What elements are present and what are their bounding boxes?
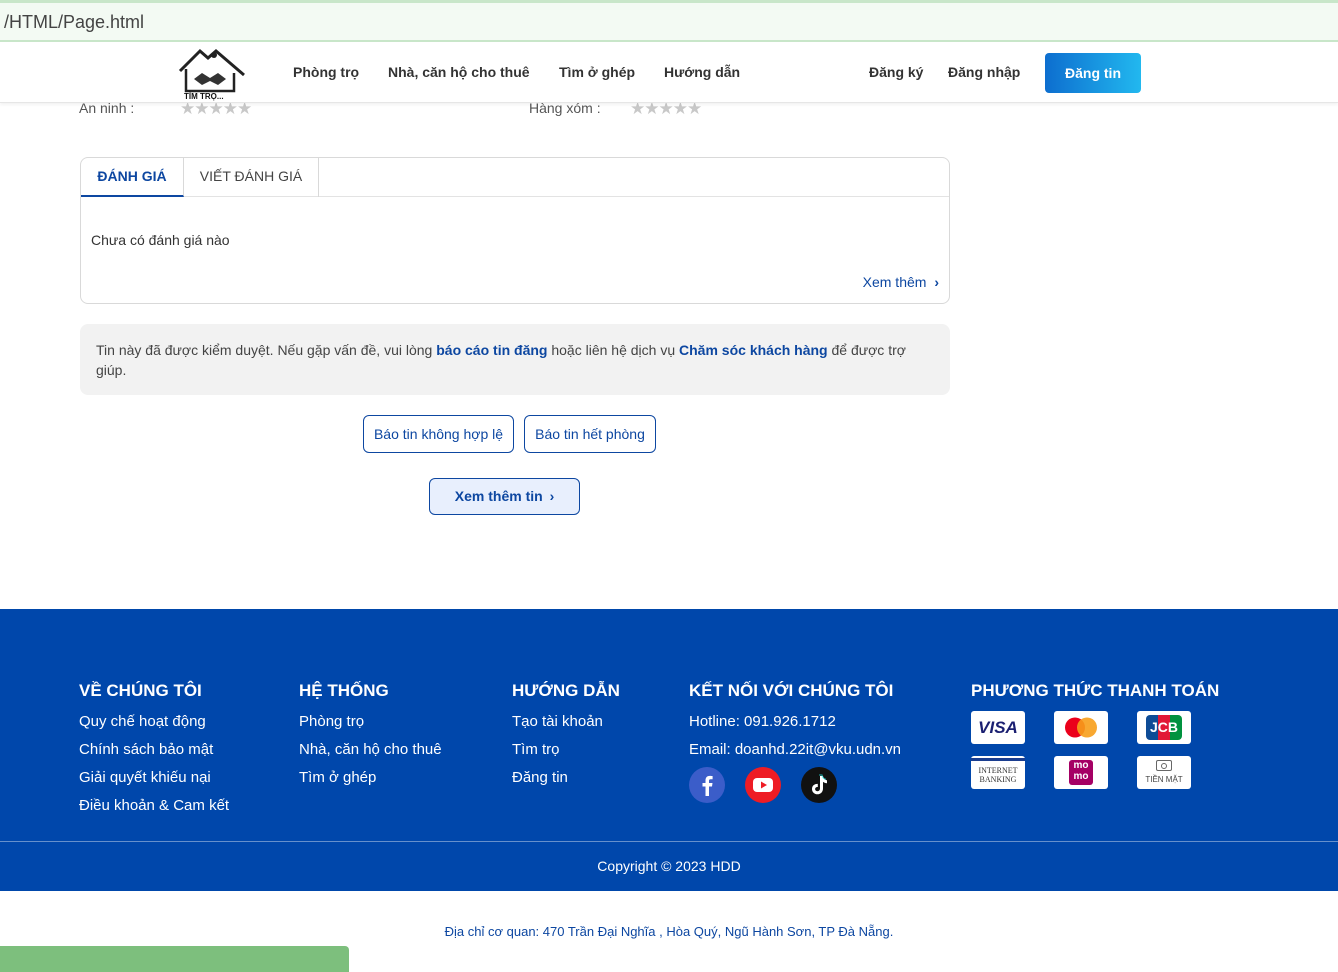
footer-link[interactable]: Quy chế hoạt động [79,713,206,730]
footer-link[interactable]: Tìm trọ [512,741,560,758]
footer-link[interactable]: Tạo tài khoản [512,713,603,730]
momo-icon: mo mo [1054,756,1108,789]
email[interactable]: Email: doanhd.22it@vku.udn.vn [689,741,901,758]
bottom-status-bar [0,946,349,972]
report-listing-link[interactable]: báo cáo tin đăng [436,342,547,358]
footer-divider [0,841,1338,842]
no-reviews-message: Chưa có đánh giá nào [91,232,230,248]
footer-link[interactable]: Tìm ở ghép [299,769,376,786]
footer-link[interactable]: Chính sách bảo mật [79,741,213,758]
footer-connect-title: KẾT NỐI VỚI CHÚNG TÔI [689,681,894,700]
footer-link[interactable]: Điều khoản & Cam kết [79,797,229,814]
jcb-icon: JCB [1137,711,1191,744]
youtube-icon[interactable] [745,767,781,803]
see-more-reviews-link[interactable]: Xem thêm › [863,274,939,290]
footer-guide-title: HƯỚNG DẪN [512,681,620,700]
momo-label-2: mo [1073,771,1089,782]
visa-icon: VISA [971,711,1025,744]
login-link[interactable]: Đăng nhập [948,64,1020,80]
see-more-label: Xem thêm [862,274,927,290]
tab-reviews[interactable]: ĐÁNH GIÁ [81,158,184,197]
nav-tim-o-ghep[interactable]: Tìm ở ghép [559,64,635,80]
notice-text-2: hoặc liên hệ dịch vụ [551,342,676,358]
mastercard-icon [1054,711,1108,744]
nav-nha-can-ho[interactable]: Nhà, căn hộ cho thuê [388,64,530,80]
reviews-panel: ĐÁNH GIÁ VIẾT ĐÁNH GIÁ Chưa có đánh giá … [80,157,950,304]
site-footer: VỀ CHÚNG TÔI Quy chế hoạt động Chính sác… [0,609,1338,891]
cash-icon: TIỀN MẶT [1137,756,1191,789]
site-logo[interactable]: TÌM TRỌ... [176,45,250,103]
moderation-notice: Tin này đã được kiểm duyệt. Nếu gặp vấn … [80,324,950,395]
report-invalid-button[interactable]: Báo tin không hợp lệ [363,415,514,453]
browser-address-bar[interactable]: /HTML/Page.html [0,0,1338,42]
reviews-tabs: ĐÁNH GIÁ VIẾT ĐÁNH GIÁ [81,158,949,197]
more-posts-button[interactable]: Xem thêm tin › [429,478,580,515]
nav-phong-tro[interactable]: Phòng trọ [293,64,359,80]
footer-about-title: VỀ CHÚNG TÔI [79,681,202,700]
copyright: Copyright © 2023 HDD [597,858,741,874]
site-header: TÌM TRỌ... Phòng trọ Nhà, căn hộ cho thu… [0,42,1338,103]
notice-text-1: Tin này đã được kiểm duyệt. Nếu gặp vấn … [96,342,433,358]
chevron-right-icon: › [934,274,939,290]
footer-link[interactable]: Nhà, căn hộ cho thuê [299,741,442,758]
customer-support-link[interactable]: Chăm sóc khách hàng [679,342,828,358]
jcb-label: JCB [1149,719,1178,735]
url-text: /HTML/Page.html [4,12,145,32]
more-posts-label: Xem thêm tin [454,488,543,504]
nav-huong-dan[interactable]: Hướng dẫn [664,64,740,80]
office-address: Địa chỉ cơ quan: 470 Trần Đại Nghĩa , Hò… [444,924,894,939]
tab-write-review[interactable]: VIẾT ĐÁNH GIÁ [184,158,319,197]
post-listing-button[interactable]: Đăng tin [1045,53,1141,93]
report-full-button[interactable]: Báo tin hết phòng [524,415,656,453]
register-link[interactable]: Đăng ký [869,64,923,80]
visa-label: VISA [978,718,1018,737]
cash-label: TIỀN MẶT [1145,775,1183,784]
footer-link[interactable]: Phòng trọ [299,713,364,730]
chevron-right-icon: › [549,488,555,504]
logo-text: TÌM TRỌ... [184,92,224,101]
footer-link[interactable]: Giải quyết khiếu nại [79,769,211,786]
banking-label-1: INTERNET [978,766,1018,775]
tiktok-icon[interactable] [801,767,837,803]
banking-label-2: BANKING [979,775,1017,784]
footer-payment-title: PHƯƠNG THỨC THANH TOÁN [971,681,1220,700]
facebook-icon[interactable] [689,767,725,803]
footer-system-title: HỆ THỐNG [299,681,389,700]
footer-link[interactable]: Đăng tin [512,769,568,786]
internet-banking-icon: INTERNET BANKING [971,756,1025,789]
hotline[interactable]: Hotline: 091.926.1712 [689,713,836,730]
